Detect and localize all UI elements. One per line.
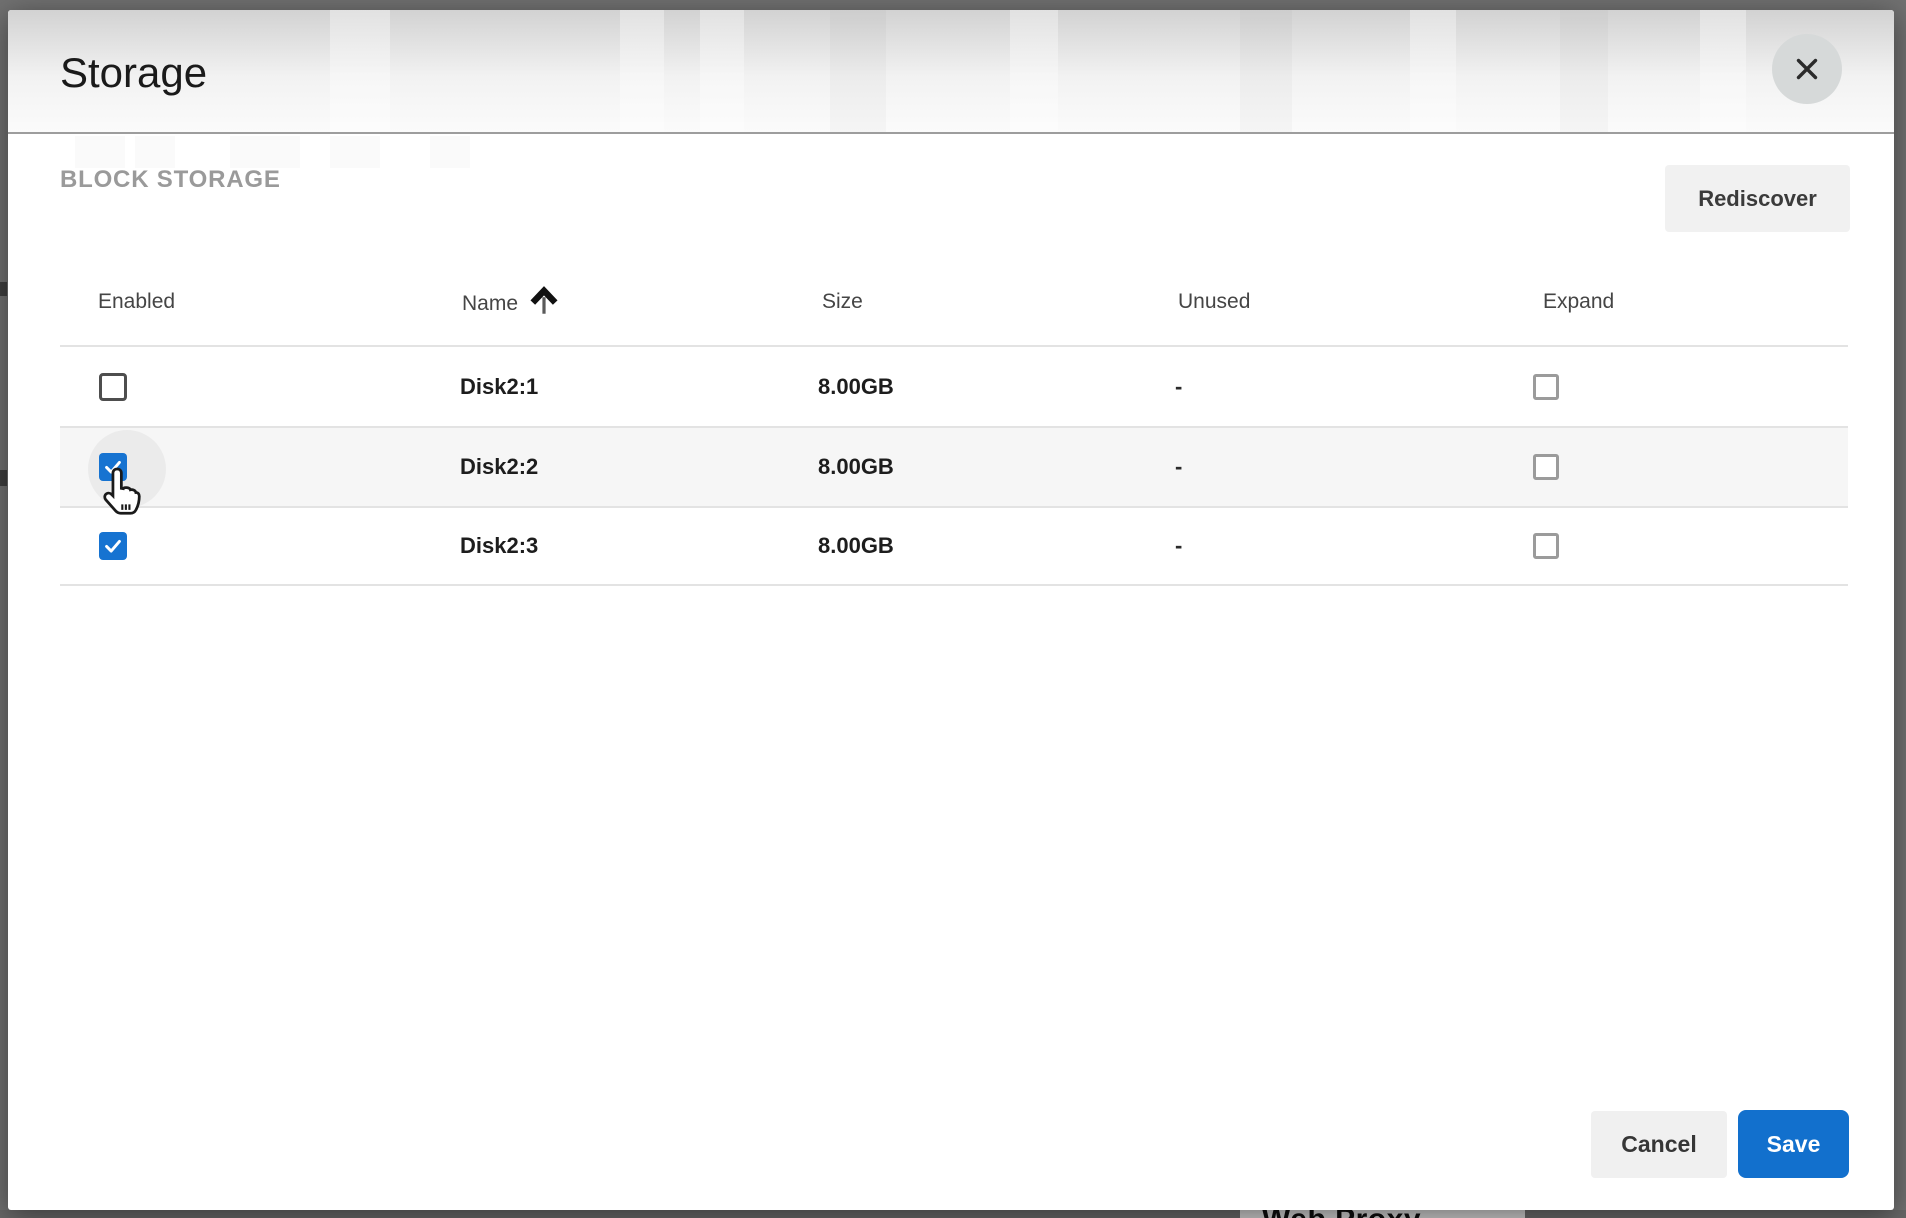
expand-checkbox[interactable]	[1533, 454, 1559, 480]
background-page-fragment	[0, 470, 7, 486]
ghost-band	[1700, 10, 1746, 132]
ghost-band	[830, 10, 886, 132]
block-storage-table: Enabled Name Size Unused Expand Disk2:1 …	[60, 278, 1848, 586]
ghost-band	[1010, 10, 1058, 132]
disk-name: Disk2:1	[460, 373, 539, 399]
enabled-checkbox[interactable]	[99, 532, 127, 560]
column-header-unused[interactable]: Unused	[1178, 290, 1250, 314]
disk-size: 8.00GB	[818, 373, 894, 399]
dialog-header: Storage	[8, 10, 1894, 134]
ghost-band	[1240, 10, 1292, 132]
ghost-band	[330, 10, 390, 132]
close-button[interactable]	[1772, 34, 1842, 104]
column-header-size[interactable]: Size	[822, 290, 863, 314]
web-proxy-label: Web Proxy	[1240, 1209, 1525, 1218]
table-row-disk2-2: Disk2:2 8.00GB -	[60, 426, 1848, 515]
check-icon	[105, 539, 121, 553]
ghost-band	[430, 136, 470, 168]
ghost-band	[135, 136, 175, 168]
disk-name: Disk2:2	[460, 454, 539, 479]
enabled-checkbox[interactable]	[99, 372, 127, 401]
dimmed-background-page	[0, 1210, 1906, 1218]
expand-checkbox[interactable]	[1533, 373, 1559, 400]
background-page-fragment	[0, 282, 7, 296]
expand-checkbox[interactable]	[1533, 533, 1559, 559]
cancel-button[interactable]: Cancel	[1591, 1111, 1727, 1178]
ghost-band	[75, 136, 125, 168]
close-icon	[1796, 58, 1818, 80]
table-header-row: Enabled Name Size Unused Expand	[60, 278, 1848, 345]
table-row-disk2-1: Disk2:1 8.00GB -	[60, 345, 1848, 426]
screen: Web Proxy Storage BLOCK STORAGE Red	[0, 0, 1906, 1218]
column-header-enabled[interactable]: Enabled	[98, 290, 175, 314]
disk-unused: -	[1175, 373, 1183, 399]
disk-size: 8.00GB	[818, 533, 894, 558]
rediscover-button[interactable]: Rediscover	[1665, 165, 1850, 232]
dialog-title: Storage	[60, 49, 208, 96]
column-header-name[interactable]: Name	[462, 286, 560, 318]
sort-ascending-icon	[530, 286, 558, 314]
disk-unused: -	[1175, 533, 1183, 558]
disk-size: 8.00GB	[818, 454, 894, 479]
ghost-band	[620, 10, 664, 132]
table-row-disk2-3: Disk2:3 8.00GB -	[60, 506, 1848, 586]
ghost-band	[330, 136, 380, 168]
column-header-expand[interactable]: Expand	[1543, 290, 1614, 314]
background-page-clipped-text: Web Proxy	[1240, 1209, 1525, 1218]
enabled-checkbox[interactable]	[99, 453, 127, 481]
ghost-band	[700, 10, 744, 132]
disk-name: Disk2:3	[460, 533, 539, 558]
check-icon	[105, 460, 121, 474]
ghost-band	[1560, 10, 1608, 132]
ghost-band	[1410, 10, 1456, 132]
ghost-band	[230, 136, 300, 168]
disk-unused: -	[1175, 454, 1183, 479]
block-storage-section-label: BLOCK STORAGE	[60, 166, 281, 193]
save-button[interactable]: Save	[1738, 1110, 1849, 1178]
storage-dialog: Storage BLOCK STORAGE Rediscover Enabled…	[8, 10, 1894, 1210]
